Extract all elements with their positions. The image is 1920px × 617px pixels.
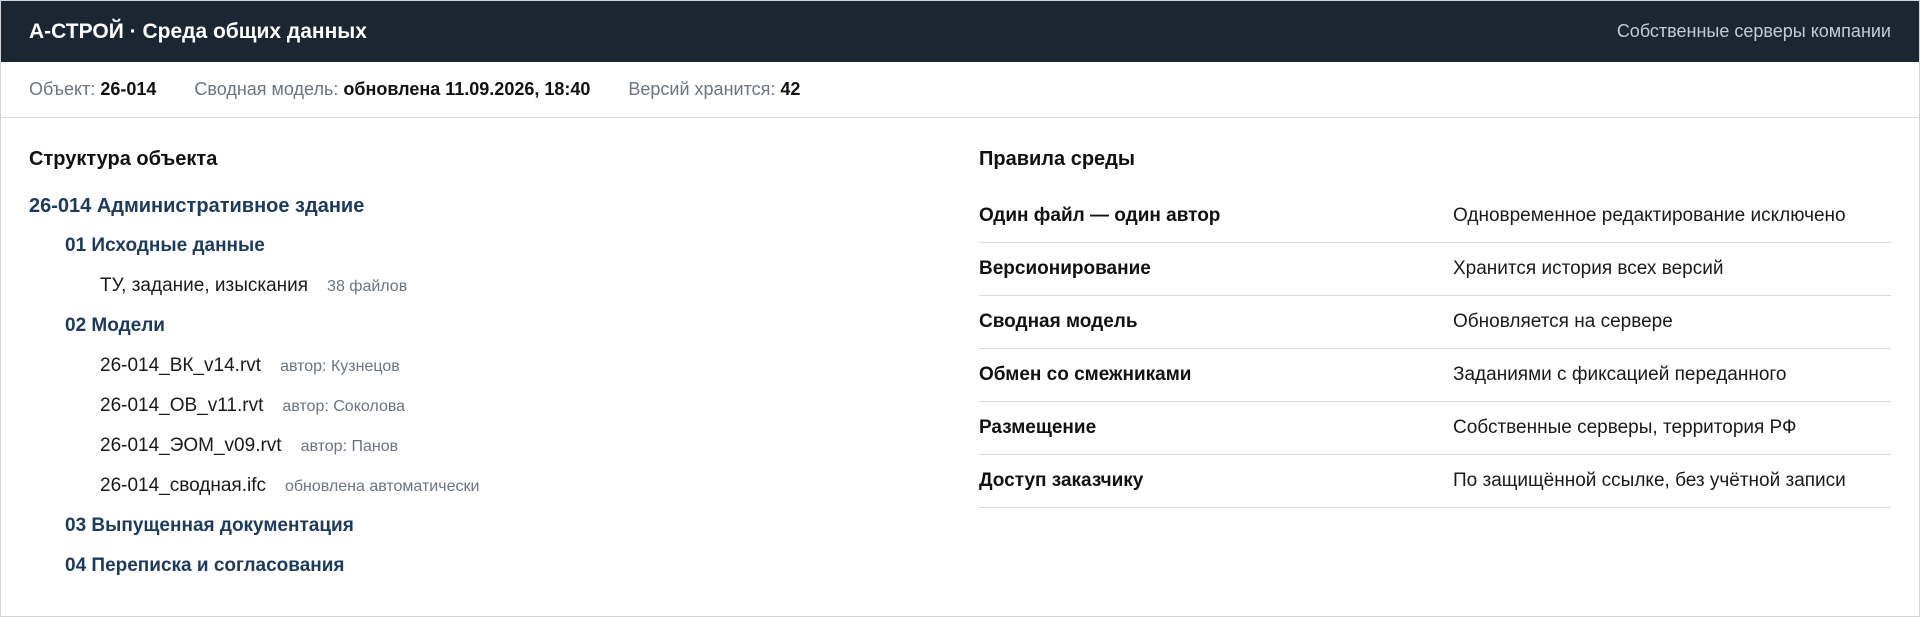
file-note: 38 файлов <box>327 278 408 295</box>
meta-model-label: Сводная модель: <box>194 79 339 99</box>
file-note: автор: Кузнецов <box>280 358 400 375</box>
meta-object-label: Объект: <box>29 79 96 99</box>
rule-value: Обновляется на сервере <box>1453 311 1673 332</box>
rule-row: Сводная модель Обновляется на сервере <box>979 296 1891 349</box>
file-note: обновлена автоматически <box>284 478 480 495</box>
object-tree: 26-014 Административное здание 01 Исходн… <box>29 186 979 586</box>
main-content: Структура объекта 26-014 Административно… <box>1 118 1919 586</box>
tree-file[interactable]: 26-014_ОВ_v11.rvt автор: Соколова <box>29 386 979 426</box>
meta-model: Сводная модель: обновлена 11.09.2026, 18… <box>194 79 590 100</box>
file-name: 26-014_ОВ_v11.rvt <box>100 395 264 416</box>
meta-versions-label: Версий хранится: <box>628 79 776 99</box>
structure-panel: Структура объекта 26-014 Административно… <box>29 118 979 586</box>
app-title: А-СТРОЙ · Среда общих данных <box>29 19 367 43</box>
structure-title: Структура объекта <box>29 148 218 170</box>
file-name: ТУ, задание, изыскания <box>100 275 309 296</box>
tree-folder-issued-docs[interactable]: 03 Выпущенная документация <box>29 506 979 546</box>
tree-file[interactable]: 26-014_сводная.ifc обновлена автоматичес… <box>29 466 979 506</box>
tree-folder-correspondence[interactable]: 04 Переписка и согласования <box>29 546 979 586</box>
meta-object-value: 26-014 <box>100 79 157 99</box>
rules-table: Один файл — один автор Одновременное ред… <box>979 190 1891 508</box>
top-bar: А-СТРОЙ · Среда общих данных Собственные… <box>1 1 1919 62</box>
rule-name: Версионирование <box>979 258 1151 279</box>
rule-row: Версионирование Хранится история всех ве… <box>979 243 1891 296</box>
meta-versions-value: 42 <box>780 79 801 99</box>
tree-file[interactable]: ТУ, задание, изыскания 38 файлов <box>29 266 979 306</box>
tree-folder-source-data[interactable]: 01 Исходные данные <box>29 226 979 266</box>
rule-row: Обмен со смежниками Заданиями с фиксацие… <box>979 349 1891 402</box>
rule-name: Размещение <box>979 417 1097 438</box>
rule-row: Размещение Собственные серверы, территор… <box>979 402 1891 455</box>
rule-value: Одновременное редактирование исключено <box>1453 205 1846 226</box>
rules-title: Правила среды <box>979 148 1135 170</box>
meta-versions: Версий хранится: 42 <box>628 79 800 100</box>
file-name: 26-014_сводная.ifc <box>100 475 266 496</box>
file-note: автор: Соколова <box>282 398 406 415</box>
rule-name: Доступ заказчику <box>979 470 1144 491</box>
tree-root[interactable]: 26-014 Административное здание <box>29 186 979 226</box>
rule-value: По защищённой ссылке, без учётной записи <box>1453 470 1846 491</box>
file-name: 26-014_ВК_v14.rvt <box>100 355 262 376</box>
app-window: А-СТРОЙ · Среда общих данных Собственные… <box>0 0 1920 617</box>
rule-value: Собственные серверы, территория РФ <box>1453 417 1797 438</box>
tree-file[interactable]: 26-014_ЭОМ_v09.rvt автор: Панов <box>29 426 979 466</box>
project-meta-bar: Объект: 26-014 Сводная модель: обновлена… <box>1 62 1919 118</box>
rule-name: Один файл — один автор <box>979 205 1221 226</box>
meta-model-value: обновлена 11.09.2026, 18:40 <box>343 79 591 99</box>
rule-value: Хранится история всех версий <box>1453 258 1724 279</box>
rule-row: Доступ заказчику По защищённой ссылке, б… <box>979 455 1891 508</box>
file-note: автор: Панов <box>300 438 399 455</box>
rules-panel: Правила среды Один файл — один автор Одн… <box>979 118 1891 586</box>
meta-object: Объект: 26-014 <box>29 79 156 100</box>
rule-value: Заданиями с фиксацией переданного <box>1453 364 1787 385</box>
tree-folder-models[interactable]: 02 Модели <box>29 306 979 346</box>
file-name: 26-014_ЭОМ_v09.rvt <box>100 435 282 456</box>
servers-note: Собственные серверы компании <box>1616 21 1891 41</box>
rule-name: Сводная модель <box>979 311 1138 332</box>
rule-name: Обмен со смежниками <box>979 364 1192 385</box>
rule-row: Один файл — один автор Одновременное ред… <box>979 190 1891 243</box>
tree-file[interactable]: 26-014_ВК_v14.rvt автор: Кузнецов <box>29 346 979 386</box>
